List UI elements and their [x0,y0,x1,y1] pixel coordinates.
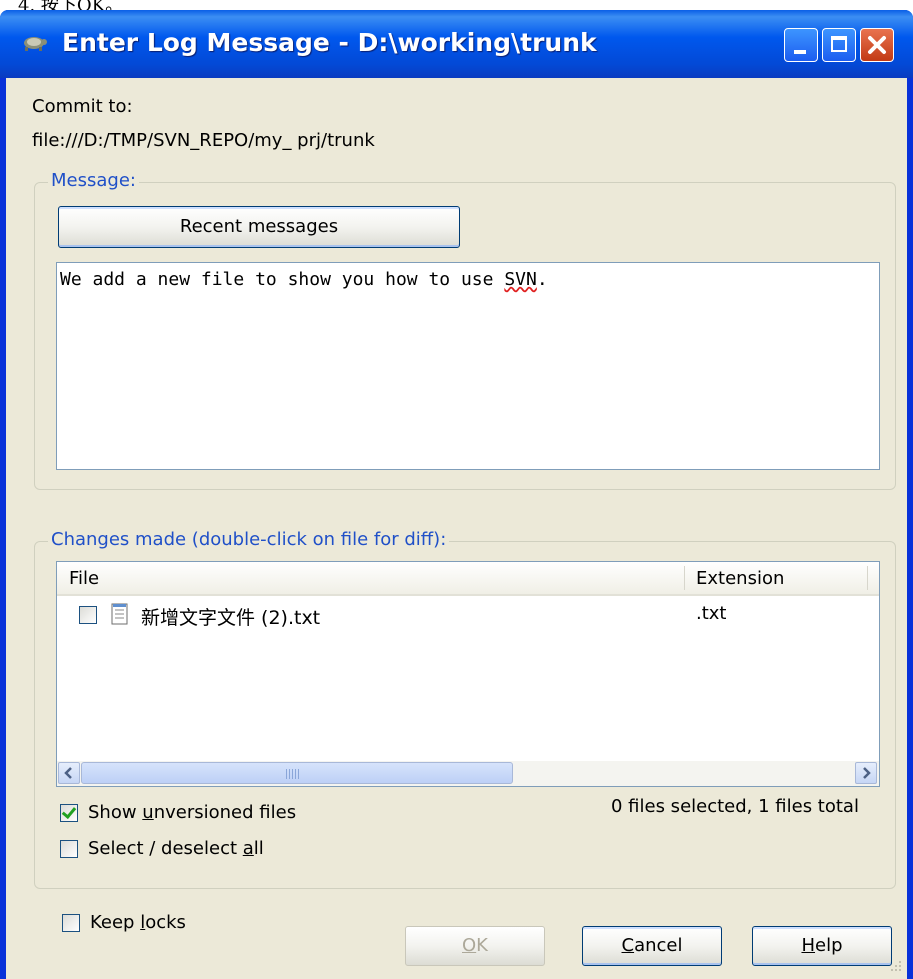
file-extension: .txt [696,603,727,624]
title-bar[interactable]: Enter Log Message - D:\working\trunk [0,10,913,78]
changes-group-title: Changes made (double-click on file for d… [48,529,450,550]
horizontal-scrollbar[interactable] [57,761,879,786]
grip-icon [286,769,300,779]
window-title: Enter Log Message - D:\working\trunk [62,28,597,57]
chevron-left-icon [64,767,72,779]
cancel-button[interactable]: Cancel [582,926,722,966]
page-caption-fragment: 4. 按下OK。 [0,0,913,10]
show-unversioned-label[interactable]: Show unversioned files [88,802,296,823]
misspelled-word: SVN [504,269,537,290]
tortoise-icon [24,37,47,51]
recent-messages-label: Recent messages [179,216,339,237]
log-message-textarea[interactable]: We add a new file to show you how to use… [56,262,880,470]
resize-grip-icon[interactable] [884,956,904,976]
minimize-button[interactable] [784,28,818,62]
close-icon [868,36,886,54]
select-all-checkbox[interactable] [60,840,78,858]
ok-button[interactable]: OK [405,926,545,966]
file-name: 新增文字文件 (2).txt [141,607,321,629]
close-button[interactable] [860,28,894,62]
text-file-icon [111,603,128,625]
scrollbar-thumb[interactable] [81,762,513,784]
list-item[interactable]: 新增文字文件 (2).txt .txt [57,600,879,630]
message-group-title: Message: [48,170,139,191]
scroll-right-button[interactable] [855,762,877,784]
help-button[interactable]: Help [752,926,892,966]
file-checkbox[interactable] [79,606,97,624]
column-divider[interactable] [684,566,685,590]
list-header: File Extension [57,562,879,596]
keep-locks-checkbox[interactable] [62,914,80,932]
commit-url: file:///D:/TMP/SVN_REPO/my_ prj/trunk [32,130,375,151]
maximize-icon [831,36,847,52]
select-all-label[interactable]: Select / deselect all [88,838,264,859]
log-message-text: We add a new file to show you how to use [60,269,505,290]
column-header-extension[interactable]: Extension [696,568,784,589]
maximize-button[interactable] [822,28,856,62]
enter-log-message-window: Enter Log Message - D:\working\trunk Com… [0,10,913,979]
selection-status: 0 files selected, 1 files total [611,796,859,817]
column-divider[interactable] [867,566,868,590]
column-header-file[interactable]: File [69,568,99,589]
show-unversioned-checkbox[interactable] [60,804,78,822]
log-message-text-end: . [536,269,548,290]
commit-to-label: Commit to: [32,96,133,117]
changes-list[interactable]: File Extension 新增文字文件 (2).txt .txt [56,561,880,787]
recent-messages-button[interactable]: Recent messages [58,206,460,248]
scroll-left-button[interactable] [58,762,80,784]
chevron-right-icon [863,767,871,779]
dialog-client-area: Commit to: file:///D:/TMP/SVN_REPO/my_ p… [6,78,907,979]
keep-locks-label[interactable]: Keep locks [90,912,186,933]
minimize-icon [794,50,806,54]
